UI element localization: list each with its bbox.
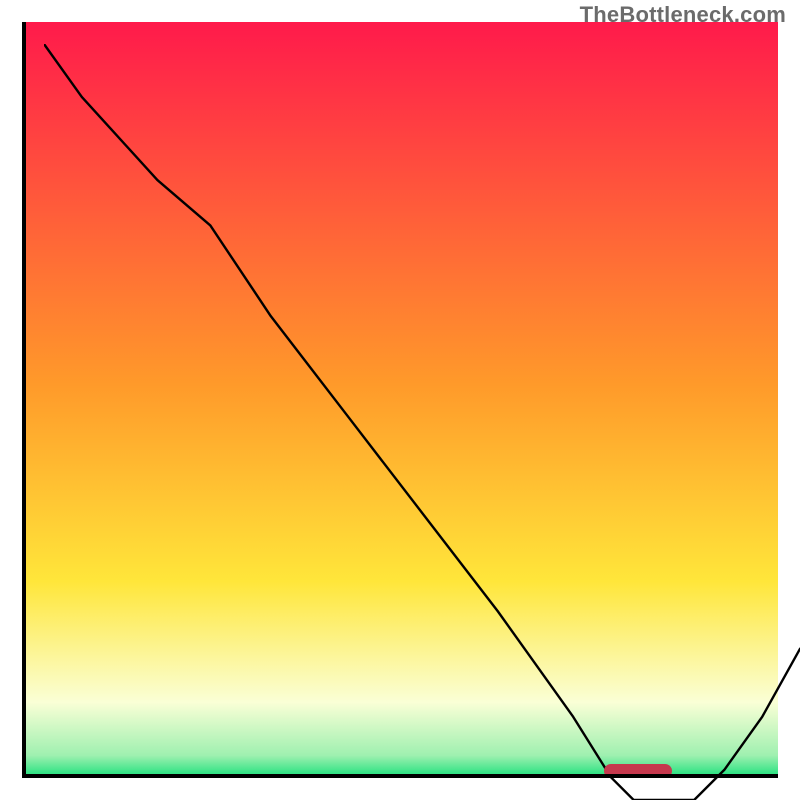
watermark-text: TheBottleneck.com (580, 2, 786, 28)
x-axis (22, 774, 778, 778)
plot-area (22, 22, 778, 778)
heat-gradient-background (22, 22, 778, 778)
bottleneck-chart: TheBottleneck.com (0, 0, 800, 800)
y-axis (22, 22, 26, 778)
